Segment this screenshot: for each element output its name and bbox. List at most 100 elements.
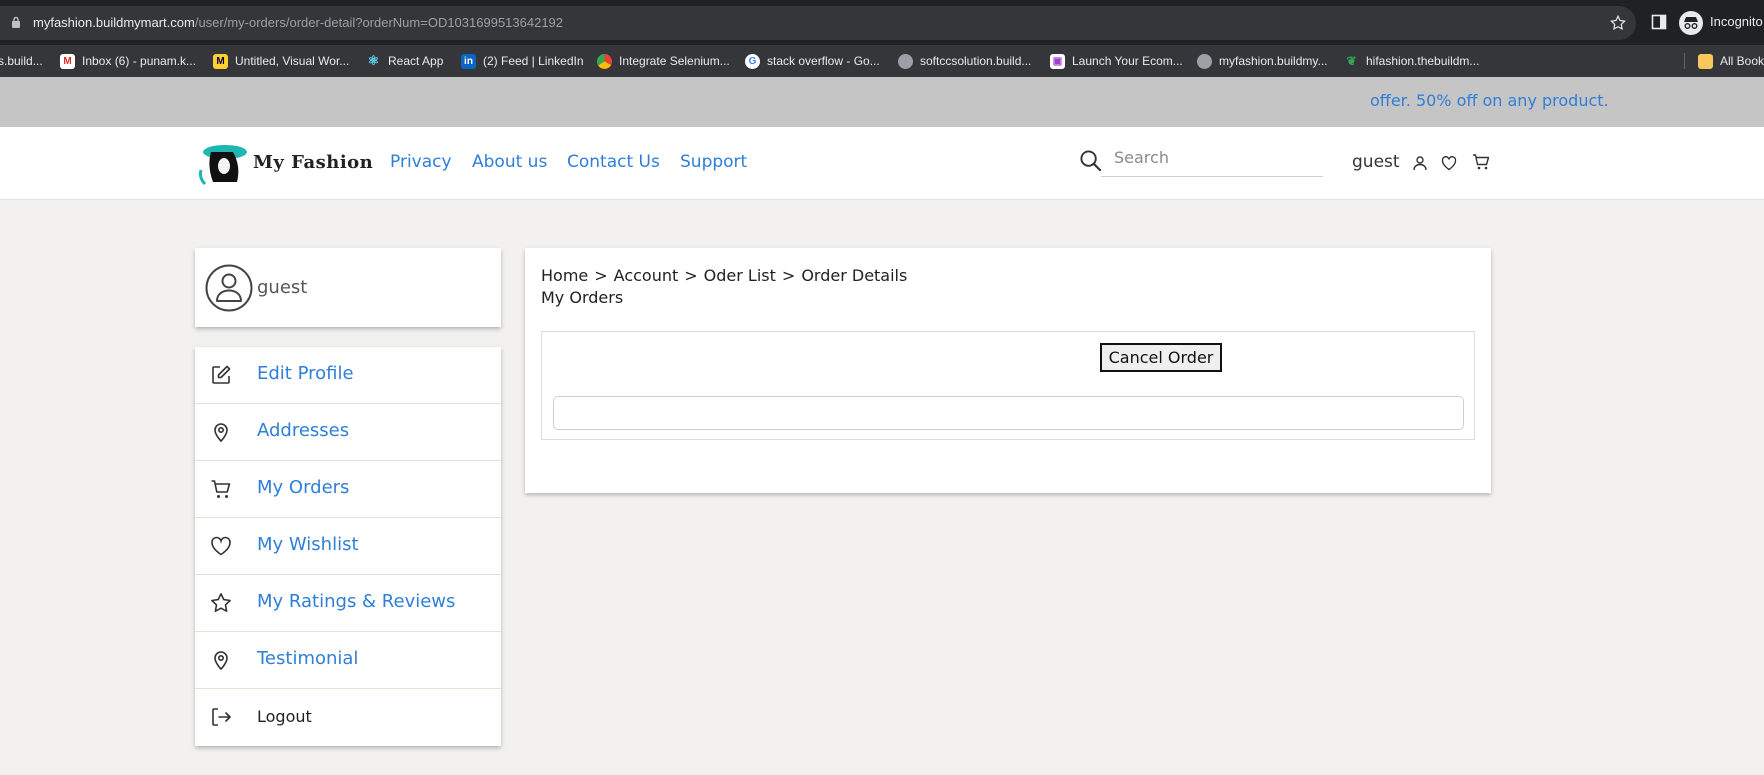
bookmark-label: Inbox (6) - punam.k...: [82, 54, 197, 68]
logout-icon: [212, 708, 231, 726]
gmail-icon: M: [60, 53, 75, 69]
bookmark-item[interactable]: s.build...: [0, 45, 43, 77]
cancel-order-button[interactable]: Cancel Order: [1100, 343, 1222, 372]
globe-icon: [898, 53, 913, 69]
breadcrumb-separator: >: [594, 266, 608, 285]
bookmark-label: (2) Feed | LinkedIn: [483, 54, 584, 68]
menu-item-my-wishlist[interactable]: My Wishlist: [195, 518, 501, 575]
incognito-label: Incognito: [1710, 14, 1763, 29]
url-text: myfashion.buildmymart.com/user/my-orders…: [33, 14, 563, 32]
bookmark-item[interactable]: myfashion.buildmy...: [1197, 45, 1328, 77]
star-icon: [211, 593, 231, 612]
google-icon: G: [745, 53, 760, 69]
url-path: /user/my-orders/order-detail?orderNum=OD…: [194, 15, 564, 30]
location-pin-icon: [214, 651, 228, 671]
avatar-icon: [205, 264, 253, 312]
breadcrumb-order-list[interactable]: Oder List: [704, 266, 776, 285]
breadcrumb-separator: >: [781, 266, 796, 285]
linkedin-icon: in: [461, 53, 476, 69]
store-icon: ▣: [1050, 53, 1065, 69]
bookmarks-divider: [1684, 53, 1685, 69]
nav-privacy[interactable]: Privacy: [390, 152, 452, 172]
bookmark-label: Launch Your Ecom...: [1072, 54, 1183, 68]
cart-icon: [211, 480, 231, 498]
url-host: myfashion.buildmymart.com: [33, 15, 195, 30]
lock-icon: [12, 16, 20, 28]
breadcrumb-separator: >: [684, 266, 698, 285]
order-detail-panel: Home > Account > Oder List > Order Details My …: [525, 248, 1491, 493]
bookmark-label: Untitled, Visual Wor...: [235, 54, 350, 68]
search-input[interactable]: [1101, 139, 1323, 177]
promo-banner: offer. 50% off on any product.: [0, 77, 1764, 127]
bookmark-label: myfashion.buildmy...: [1219, 54, 1328, 68]
account-menu: Edit Profile Addresses My Orders My Wish…: [195, 347, 501, 746]
nav-contact-us[interactable]: Contact Us: [567, 152, 660, 172]
profile-name: guest: [257, 277, 308, 298]
nav-support[interactable]: Support: [680, 152, 747, 172]
wishlist-heart-icon[interactable]: [1441, 155, 1457, 171]
bookmark-item[interactable]: Gstack overflow - Go...: [745, 45, 880, 77]
header-username[interactable]: guest: [1352, 152, 1400, 172]
breadcrumb-account[interactable]: Account: [614, 266, 679, 285]
menu-label: Edit Profile: [257, 363, 354, 384]
globe-icon: [1197, 53, 1212, 69]
bookmark-label: All Book: [1720, 54, 1764, 68]
order-items-container: [553, 396, 1464, 430]
menu-item-my-orders[interactable]: My Orders: [195, 461, 501, 518]
bookmark-item[interactable]: M Untitled, Visual Wor...: [213, 45, 349, 77]
leaf-icon: ❦: [1346, 54, 1357, 68]
nav-about-us[interactable]: About us: [472, 152, 547, 172]
cart-icon[interactable]: [1472, 153, 1490, 171]
logo-text: My Fashion: [253, 152, 374, 173]
heart-icon: [211, 536, 231, 556]
bookmarks-bar: s.build... M Inbox (6) - punam.k... M Unti…: [0, 45, 1764, 77]
menu-label: Addresses: [257, 420, 350, 441]
bookmark-label: Integrate Selenium...: [619, 54, 730, 68]
menu-item-logout[interactable]: Logout: [195, 689, 501, 746]
bookmark-item[interactable]: ⚛ React App: [366, 45, 444, 77]
page-title: My Orders: [541, 288, 624, 307]
bookmark-item[interactable]: in (2) Feed | LinkedIn: [461, 45, 584, 77]
menu-label: Logout: [257, 707, 312, 726]
react-icon: ⚛: [367, 53, 380, 68]
bookmark-item[interactable]: Integrate Selenium...: [597, 45, 730, 77]
bookmark-item[interactable]: All Book: [1698, 45, 1764, 77]
edit-icon: [212, 365, 231, 384]
chrome-icon: [597, 53, 612, 69]
bookmark-item[interactable]: ▣ Launch Your Ecom...: [1050, 45, 1183, 77]
bookmark-label: softccsolution.build...: [920, 54, 1032, 68]
menu-label: My Ratings & Reviews: [257, 591, 456, 612]
address-bar[interactable]: myfashion.buildmymart.com/user/my-orders…: [0, 6, 1636, 40]
miro-icon: M: [213, 53, 228, 69]
bookmark-item[interactable]: M Inbox (6) - punam.k...: [60, 45, 196, 77]
breadcrumb-home[interactable]: Home: [541, 266, 588, 285]
bookmark-label: s.build...: [0, 54, 43, 68]
menu-label: Testimonial: [257, 648, 359, 669]
menu-item-edit-profile[interactable]: Edit Profile: [195, 347, 501, 404]
search-icon[interactable]: [1079, 149, 1102, 172]
promo-text: offer. 50% off on any product.: [1370, 91, 1609, 110]
menu-item-my-ratings-reviews[interactable]: My Ratings & Reviews: [195, 575, 501, 632]
bookmark-label: hifashion.thebuildm...: [1366, 54, 1480, 68]
breadcrumb: Home > Account > Oder List > Order Details: [541, 266, 907, 285]
location-pin-icon: [214, 423, 228, 443]
bookmark-item[interactable]: softccsolution.build...: [898, 45, 1031, 77]
site-header: My Fashion Privacy About us Contact Us S…: [0, 127, 1764, 200]
menu-label: My Orders: [257, 477, 350, 498]
logo-mark-icon: [199, 145, 247, 186]
incognito-icon[interactable]: [1679, 11, 1703, 35]
bookmark-label: React App: [388, 54, 444, 68]
menu-label: My Wishlist: [257, 534, 359, 555]
folder-icon: [1698, 53, 1713, 69]
profile-card: guest: [195, 248, 501, 327]
menu-item-testimonial[interactable]: Testimonial: [195, 632, 501, 689]
breadcrumb-order-details: Order Details: [801, 266, 908, 285]
bookmark-label: stack overflow - Go...: [767, 54, 880, 68]
user-icon[interactable]: [1412, 155, 1428, 171]
side-panel-icon[interactable]: [1651, 14, 1667, 30]
site-logo[interactable]: My Fashion: [197, 142, 374, 186]
bookmark-star-icon[interactable]: [1609, 14, 1627, 32]
order-box: Cancel Order: [541, 331, 1475, 440]
bookmark-item[interactable]: ❦ hifashion.thebuildm...: [1344, 45, 1479, 77]
menu-item-addresses[interactable]: Addresses: [195, 404, 501, 461]
